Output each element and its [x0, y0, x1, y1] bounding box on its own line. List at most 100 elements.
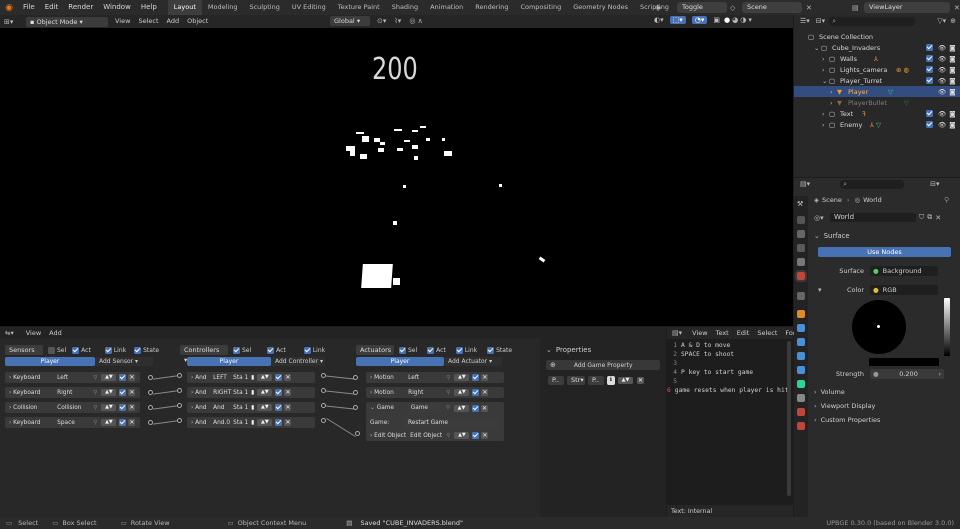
bookmark-icon[interactable]: ▮ — [251, 405, 254, 411]
eye-icon[interactable]: 👁 — [938, 77, 946, 85]
add-controller-button[interactable]: Add Controller ▾ — [271, 357, 325, 366]
exclude-checkbox[interactable] — [926, 44, 933, 51]
workspace-tab-rendering[interactable]: Rendering — [469, 0, 514, 15]
pin-icon[interactable]: ⚲ — [446, 375, 450, 381]
bookmark-icon[interactable]: ▮ — [251, 390, 254, 396]
actuator-active-checkbox[interactable] — [472, 432, 480, 439]
sensor-brick-left[interactable]: › Keyboard Left ⚲ ▲▼ ✕ — [5, 372, 140, 383]
actuator-brick-right[interactable]: › Motion Right ⚲ ▲▼ ✕ — [366, 387, 504, 398]
outliner-row-cube-invaders[interactable]: ⌄ ▢ Cube_Invaders 👁 ◙ — [794, 42, 960, 53]
game-mode-dropdown[interactable]: Restart Game — [404, 418, 498, 428]
sensors-state-checkbox[interactable] — [134, 346, 142, 354]
camera-icon[interactable]: ◙ — [949, 66, 955, 74]
text-scrollbar[interactable] — [787, 341, 791, 496]
camera-icon[interactable]: ◙ — [949, 55, 955, 63]
outliner-row-walls[interactable]: › ▢ Walls ⅄ 👁 ◙ — [794, 53, 960, 64]
increment-icon[interactable]: › — [938, 370, 941, 378]
modifier-tab-icon[interactable] — [797, 324, 805, 332]
controller-input-socket[interactable] — [177, 373, 182, 378]
move-arrows[interactable]: ▲▼ — [257, 374, 273, 381]
logic-menu-add[interactable]: Add — [45, 327, 66, 340]
remove-controller-button[interactable]: ✕ — [284, 389, 292, 396]
world-browse-icon[interactable]: ◎▾ — [814, 214, 826, 222]
pin-icon[interactable]: ⚲ — [93, 405, 97, 411]
move-arrows[interactable]: ▲▼ — [454, 374, 470, 381]
volume-panel-header[interactable]: › Volume — [814, 388, 845, 396]
actuator-name[interactable]: Game — [406, 404, 443, 412]
workspace-tab-texture-paint[interactable]: Texture Paint — [332, 0, 386, 15]
outliner-type-icon[interactable]: ☰▾ — [800, 17, 810, 25]
shading-options-icon[interactable]: ▾ — [748, 16, 752, 24]
controller-active-checkbox[interactable] — [275, 404, 283, 411]
expand-arrow-icon[interactable]: › — [822, 66, 829, 74]
eye-icon[interactable]: 👁 — [938, 44, 946, 52]
move-arrows[interactable]: ▲▼ — [101, 389, 117, 396]
property-type-dropdown[interactable]: Str▾ — [567, 376, 585, 385]
overlay-icon[interactable]: ◔▾ — [691, 16, 708, 24]
unlink-icon[interactable]: ✕ — [935, 214, 941, 222]
workspace-tab-geometry-nodes[interactable]: Geometry Nodes — [567, 0, 634, 15]
color-wheel[interactable] — [852, 300, 906, 354]
properties-type-icon[interactable]: ▤▾ — [800, 180, 810, 188]
pin-icon[interactable]: ⚲ — [446, 390, 450, 396]
controller-active-checkbox[interactable] — [275, 374, 283, 381]
menu-file[interactable]: File — [18, 0, 40, 15]
exclude-checkbox[interactable] — [926, 66, 933, 73]
use-nodes-button[interactable]: Use Nodes — [818, 247, 951, 257]
sensor-active-checkbox[interactable] — [119, 374, 127, 381]
move-arrows[interactable]: ▲▼ — [101, 404, 117, 411]
editor-type-icon[interactable]: ⊞▾ — [4, 18, 20, 26]
move-arrows[interactable]: ▲▼ — [257, 404, 273, 411]
workspace-tab-modeling[interactable]: Modeling — [202, 0, 244, 15]
move-arrows[interactable]: ▲▼ — [101, 374, 117, 381]
pin-icon[interactable]: ⚲ — [93, 420, 97, 426]
workspace-tab-uv-editing[interactable]: UV Editing — [286, 0, 332, 15]
outliner-row-player[interactable]: › ▼ Player ▽ 👁 ◙ — [794, 86, 960, 97]
controller-active-checkbox[interactable] — [275, 389, 283, 396]
constraints-tab-icon[interactable] — [797, 366, 805, 374]
color-swatch[interactable] — [869, 358, 939, 366]
color-collapse-icon[interactable]: ▾ — [818, 286, 828, 294]
output-tab-icon[interactable] — [797, 230, 805, 238]
logic-editor-type-icon[interactable]: ⇆▾ — [5, 329, 14, 337]
outliner-row-lights-camera[interactable]: › ▢ Lights_camera ⊛ ◍ 👁 ◙ — [794, 64, 960, 75]
actuator-brick-left[interactable]: › Motion Left ⚲ ▲▼ ✕ — [366, 372, 504, 383]
actuator-active-checkbox[interactable] — [471, 404, 479, 412]
move-arrows[interactable]: ▲▼ — [454, 389, 470, 396]
remove-sensor-button[interactable]: ✕ — [128, 389, 136, 396]
actuators-act-checkbox[interactable] — [427, 346, 435, 354]
move-arrows[interactable]: ▲▼ — [257, 389, 273, 396]
remove-actuator-button[interactable]: ✕ — [481, 389, 489, 396]
world-name-field[interactable]: World — [830, 213, 916, 222]
workspace-tab-compositing[interactable]: Compositing — [514, 0, 567, 15]
text-menu-text[interactable]: Text — [712, 327, 733, 340]
particles-tab-icon[interactable] — [797, 338, 805, 346]
property-value-field[interactable]: P.. — [588, 376, 604, 385]
sensors-act-checkbox[interactable] — [72, 346, 80, 354]
remove-controller-button[interactable]: ✕ — [284, 419, 292, 426]
menu-help[interactable]: Help — [136, 0, 162, 15]
bookmark-icon[interactable]: ▮ — [251, 420, 254, 426]
pin-icon[interactable]: ⚲ — [446, 405, 450, 411]
remove-sensor-button[interactable]: ✕ — [128, 404, 136, 411]
game-viewport[interactable]: 200 — [0, 28, 793, 326]
actuators-dropdown[interactable]: Actuators ▾ — [356, 345, 394, 364]
remove-property-button[interactable]: ✕ — [637, 377, 644, 384]
workspace-tab-shading[interactable]: Shading — [386, 0, 424, 15]
sensor-brick-collision[interactable]: › Collision Collision ⚲ ▲▼ ✕ — [5, 402, 140, 413]
add-sensor-button[interactable]: Add Sensor ▾ — [95, 357, 153, 366]
display-mode-icon[interactable]: ⊟▾ — [816, 17, 825, 25]
remove-actuator-button[interactable]: ✕ — [481, 374, 489, 381]
object-tab-icon[interactable] — [797, 310, 805, 318]
expand-arrow-icon[interactable]: › — [822, 110, 829, 118]
sensor-brick-right[interactable]: › Keyboard Right ⚲ ▲▼ ✕ — [5, 387, 140, 398]
camera-icon[interactable]: ◙ — [949, 77, 955, 85]
view-layer-tab-icon[interactable] — [797, 244, 805, 252]
actuator-input-socket[interactable] — [353, 390, 358, 395]
remove-controller-button[interactable]: ✕ — [284, 374, 292, 381]
actuators-link-checkbox[interactable] — [455, 346, 463, 354]
eye-icon[interactable]: 👁 — [938, 110, 946, 118]
camera-icon[interactable]: ◙ — [949, 121, 955, 129]
controllers-link-checkbox[interactable] — [303, 346, 311, 354]
eye-icon[interactable]: 👁 — [938, 121, 946, 129]
